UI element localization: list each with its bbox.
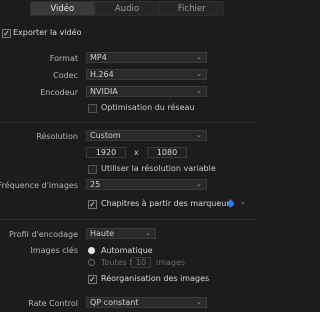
network-opt-checkbox[interactable]	[88, 104, 97, 113]
encoder-select[interactable]: NVIDIA ⌄	[86, 86, 207, 97]
format-label: Format	[49, 54, 78, 63]
network-opt-label: Optimisation du réseau	[101, 103, 195, 112]
chapters-checkbox[interactable]: ✓	[88, 200, 97, 209]
keyframes-label: Images clés	[30, 246, 78, 255]
divider	[0, 122, 256, 123]
keyframes-auto-radio[interactable]	[88, 247, 95, 254]
rate-control-label: Rate Control	[28, 299, 78, 308]
tab-video[interactable]: Vidéo	[30, 1, 95, 16]
marker-chevron-icon[interactable]: ⌄	[240, 198, 246, 206]
keyframes-every-input[interactable]: 10	[131, 257, 151, 268]
keyframes-auto-label: Automatique	[101, 246, 153, 255]
codec-value: H.264	[90, 70, 114, 79]
chevron-down-icon: ⌄	[145, 229, 151, 237]
profile-value: Haute	[90, 229, 115, 238]
tab-file[interactable]: Fichier	[159, 1, 225, 16]
resolution-value: Custom	[90, 131, 121, 140]
chevron-down-icon: ⌄	[196, 53, 202, 61]
framerate-select[interactable]: 25 ⌄	[86, 179, 207, 190]
chevron-down-icon: ⌄	[196, 131, 202, 139]
format-value: MP4	[90, 53, 107, 62]
rate-control-value: QP constant	[90, 298, 139, 307]
tab-bar: Vidéo Audio Fichier	[30, 1, 225, 16]
chevron-down-icon: ⌄	[196, 298, 202, 306]
resolution-select[interactable]: Custom ⌄	[86, 130, 207, 141]
export-video-label: Exporter la vidéo	[13, 28, 82, 37]
encoder-value: NVIDIA	[90, 87, 118, 96]
resolution-x-label: x	[134, 148, 139, 157]
framerate-value: 25	[90, 180, 101, 189]
export-video-checkbox[interactable]: ✓	[2, 29, 11, 38]
profile-label: Profil d'encodage	[8, 230, 78, 239]
variable-res-checkbox[interactable]	[88, 165, 97, 174]
width-input[interactable]: 1920	[86, 147, 126, 158]
framerate-label: Fréquence d'images	[0, 181, 78, 190]
keyframes-every-radio[interactable]	[88, 259, 95, 266]
chapters-label: Chapitres à partir des marqueurs	[101, 199, 234, 208]
chevron-down-icon: ⌄	[196, 87, 202, 95]
reorder-checkbox[interactable]: ✓	[88, 275, 97, 284]
format-select[interactable]: MP4 ⌄	[86, 52, 207, 63]
keyframes-every-unit: images	[156, 258, 186, 267]
rate-control-select[interactable]: QP constant ⌄	[86, 297, 207, 308]
divider	[0, 219, 256, 220]
marker-icon	[227, 199, 234, 208]
variable-res-label: Utiliser la résolution variable	[101, 164, 216, 173]
profile-select[interactable]: Haute ⌄	[86, 228, 156, 239]
height-input[interactable]: 1080	[147, 147, 187, 158]
codec-label: Codec	[53, 71, 78, 80]
tab-audio[interactable]: Audio	[94, 1, 160, 16]
encoder-label: Encodeur	[40, 88, 78, 97]
chevron-down-icon: ⌄	[196, 70, 202, 78]
reorder-label: Réorganisation des images	[101, 274, 210, 283]
chevron-down-icon: ⌄	[196, 180, 202, 188]
codec-select[interactable]: H.264 ⌄	[86, 69, 207, 80]
resolution-label: Résolution	[36, 132, 78, 141]
